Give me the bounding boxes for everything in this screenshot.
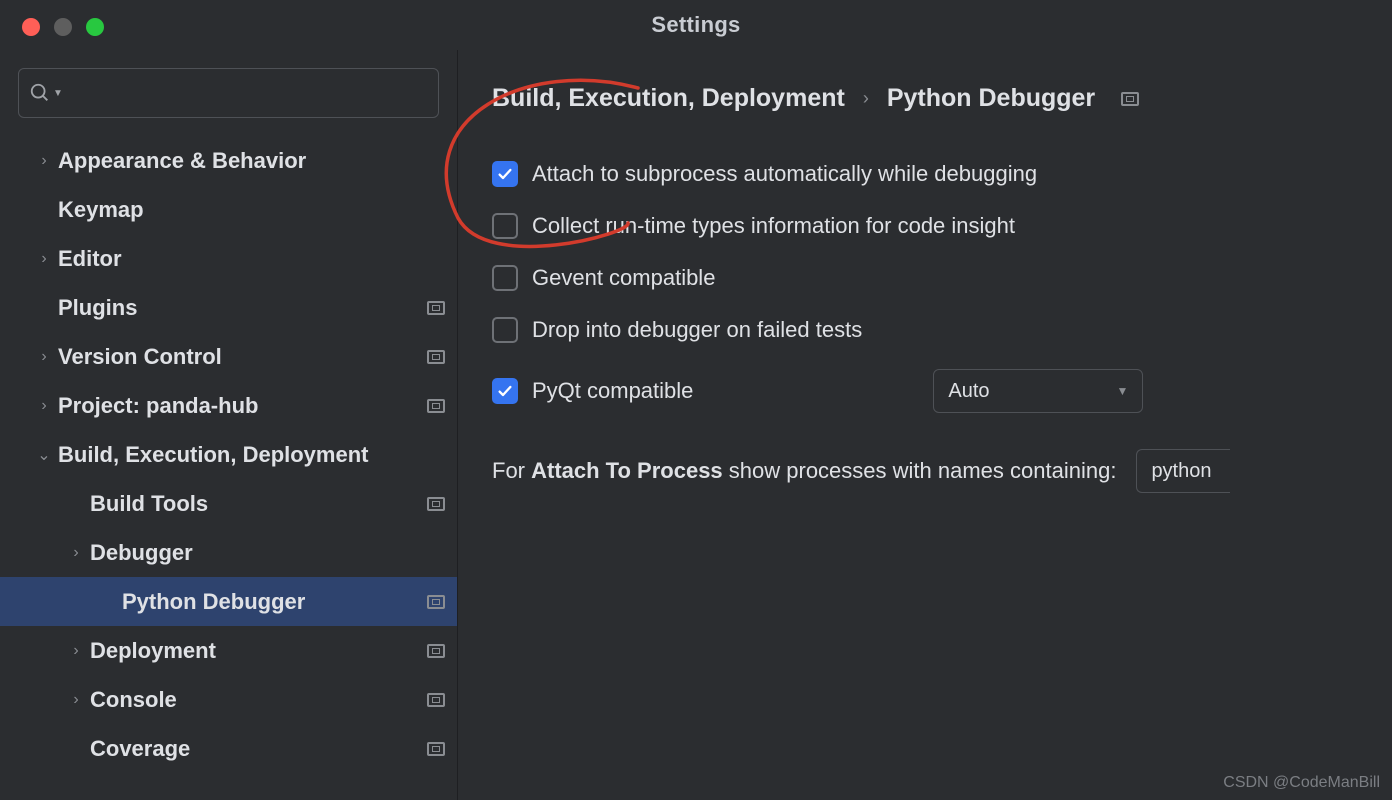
- scope-icon: [427, 693, 445, 707]
- pyqt-select[interactable]: Auto ▼: [933, 369, 1143, 413]
- option-drop-failed[interactable]: Drop into debugger on failed tests: [492, 317, 1392, 343]
- scope-icon: [427, 595, 445, 609]
- checkbox-icon[interactable]: [492, 161, 518, 187]
- window-title: Settings: [0, 12, 1392, 38]
- search-dropdown-icon[interactable]: ▼: [53, 88, 63, 99]
- chevron-right-icon: ›: [62, 544, 90, 562]
- attach-process-filter: For Attach To Process show processes wit…: [492, 449, 1392, 493]
- process-filter-input[interactable]: [1136, 449, 1230, 493]
- sidebar-item-label: Project: panda-hub: [58, 393, 427, 419]
- option-label: Attach to subprocess automatically while…: [532, 161, 1037, 187]
- settings-tree: ›Appearance & Behavior›Keymap›Editor›Plu…: [0, 136, 457, 800]
- option-label: Gevent compatible: [532, 265, 715, 291]
- select-value: Auto: [948, 380, 989, 403]
- attach-line-bold: Attach To Process: [531, 458, 723, 483]
- sidebar-item-label: Deployment: [90, 638, 427, 664]
- scope-icon: [1121, 92, 1139, 106]
- sidebar-item-label: Appearance & Behavior: [58, 148, 445, 174]
- chevron-right-icon: ›: [30, 250, 58, 268]
- option-attach-subprocess[interactable]: Attach to subprocess automatically while…: [492, 161, 1392, 187]
- scope-icon: [427, 742, 445, 756]
- chevron-right-icon: ›: [863, 88, 869, 109]
- sidebar-item-debugger[interactable]: ›Debugger: [0, 528, 457, 577]
- checkbox-icon[interactable]: [492, 213, 518, 239]
- main-panel: Build, Execution, Deployment › Python De…: [458, 50, 1392, 800]
- sidebar-item-console[interactable]: ›Console: [0, 675, 457, 724]
- search-input-wrapper[interactable]: ▼: [18, 68, 439, 118]
- option-label: Drop into debugger on failed tests: [532, 317, 862, 343]
- sidebar-item-label: Console: [90, 687, 427, 713]
- sidebar: ▼ ›Appearance & Behavior›Keymap›Editor›P…: [0, 50, 458, 800]
- sidebar-item-label: Python Debugger: [122, 589, 427, 615]
- zoom-icon[interactable]: [86, 18, 104, 36]
- chevron-right-icon: ›: [30, 152, 58, 170]
- search-input[interactable]: [67, 83, 428, 104]
- option-gevent[interactable]: Gevent compatible: [492, 265, 1392, 291]
- sidebar-item-build-tools[interactable]: ›Build Tools: [0, 479, 457, 528]
- breadcrumb-level-2: Python Debugger: [887, 84, 1095, 113]
- option-pyqt: PyQt compatible Auto ▼: [492, 369, 1392, 413]
- sidebar-item-coverage[interactable]: ›Coverage: [0, 724, 457, 773]
- checkbox-icon[interactable]: [492, 378, 518, 404]
- search-icon: [29, 82, 51, 104]
- sidebar-item-label: Keymap: [58, 197, 445, 223]
- checkbox-icon[interactable]: [492, 265, 518, 291]
- scope-icon: [427, 644, 445, 658]
- option-collect-types[interactable]: Collect run-time types information for c…: [492, 213, 1392, 239]
- sidebar-item-version-control[interactable]: ›Version Control: [0, 332, 457, 381]
- scope-icon: [427, 301, 445, 315]
- chevron-down-icon: ▼: [1117, 384, 1129, 398]
- sidebar-item-deployment[interactable]: ›Deployment: [0, 626, 457, 675]
- sidebar-item-editor[interactable]: ›Editor: [0, 234, 457, 283]
- attach-line-suffix: show processes with names containing:: [723, 458, 1117, 483]
- scope-icon: [427, 350, 445, 364]
- sidebar-item-appearance-behavior[interactable]: ›Appearance & Behavior: [0, 136, 457, 185]
- close-icon[interactable]: [22, 18, 40, 36]
- scope-icon: [427, 497, 445, 511]
- chevron-right-icon: ›: [30, 348, 58, 366]
- chevron-right-icon: ›: [62, 691, 90, 709]
- sidebar-item-project-panda-hub[interactable]: ›Project: panda-hub: [0, 381, 457, 430]
- sidebar-item-label: Coverage: [90, 736, 427, 762]
- sidebar-item-label: Build, Execution, Deployment: [58, 442, 445, 468]
- sidebar-item-label: Version Control: [58, 344, 427, 370]
- chevron-down-icon: ⌄: [30, 445, 58, 465]
- chevron-right-icon: ›: [30, 397, 58, 415]
- attach-line-prefix: For: [492, 458, 531, 483]
- breadcrumb-level-1[interactable]: Build, Execution, Deployment: [492, 84, 845, 113]
- sidebar-item-build-execution-deployment[interactable]: ⌄Build, Execution, Deployment: [0, 430, 457, 479]
- chevron-right-icon: ›: [62, 642, 90, 660]
- option-label: Collect run-time types information for c…: [532, 213, 1015, 239]
- window-controls: [22, 18, 104, 36]
- sidebar-item-plugins[interactable]: ›Plugins: [0, 283, 457, 332]
- breadcrumb: Build, Execution, Deployment › Python De…: [492, 84, 1392, 113]
- titlebar: Settings: [0, 0, 1392, 50]
- minimize-icon[interactable]: [54, 18, 72, 36]
- watermark: CSDN @CodeManBill: [1223, 774, 1380, 792]
- scope-icon: [427, 399, 445, 413]
- checkbox-icon[interactable]: [492, 317, 518, 343]
- sidebar-item-label: Debugger: [90, 540, 445, 566]
- sidebar-item-label: Editor: [58, 246, 445, 272]
- sidebar-item-python-debugger[interactable]: ›Python Debugger: [0, 577, 457, 626]
- option-label: PyQt compatible: [532, 378, 693, 404]
- sidebar-item-label: Build Tools: [90, 491, 427, 517]
- sidebar-item-label: Plugins: [58, 295, 427, 321]
- sidebar-item-keymap[interactable]: ›Keymap: [0, 185, 457, 234]
